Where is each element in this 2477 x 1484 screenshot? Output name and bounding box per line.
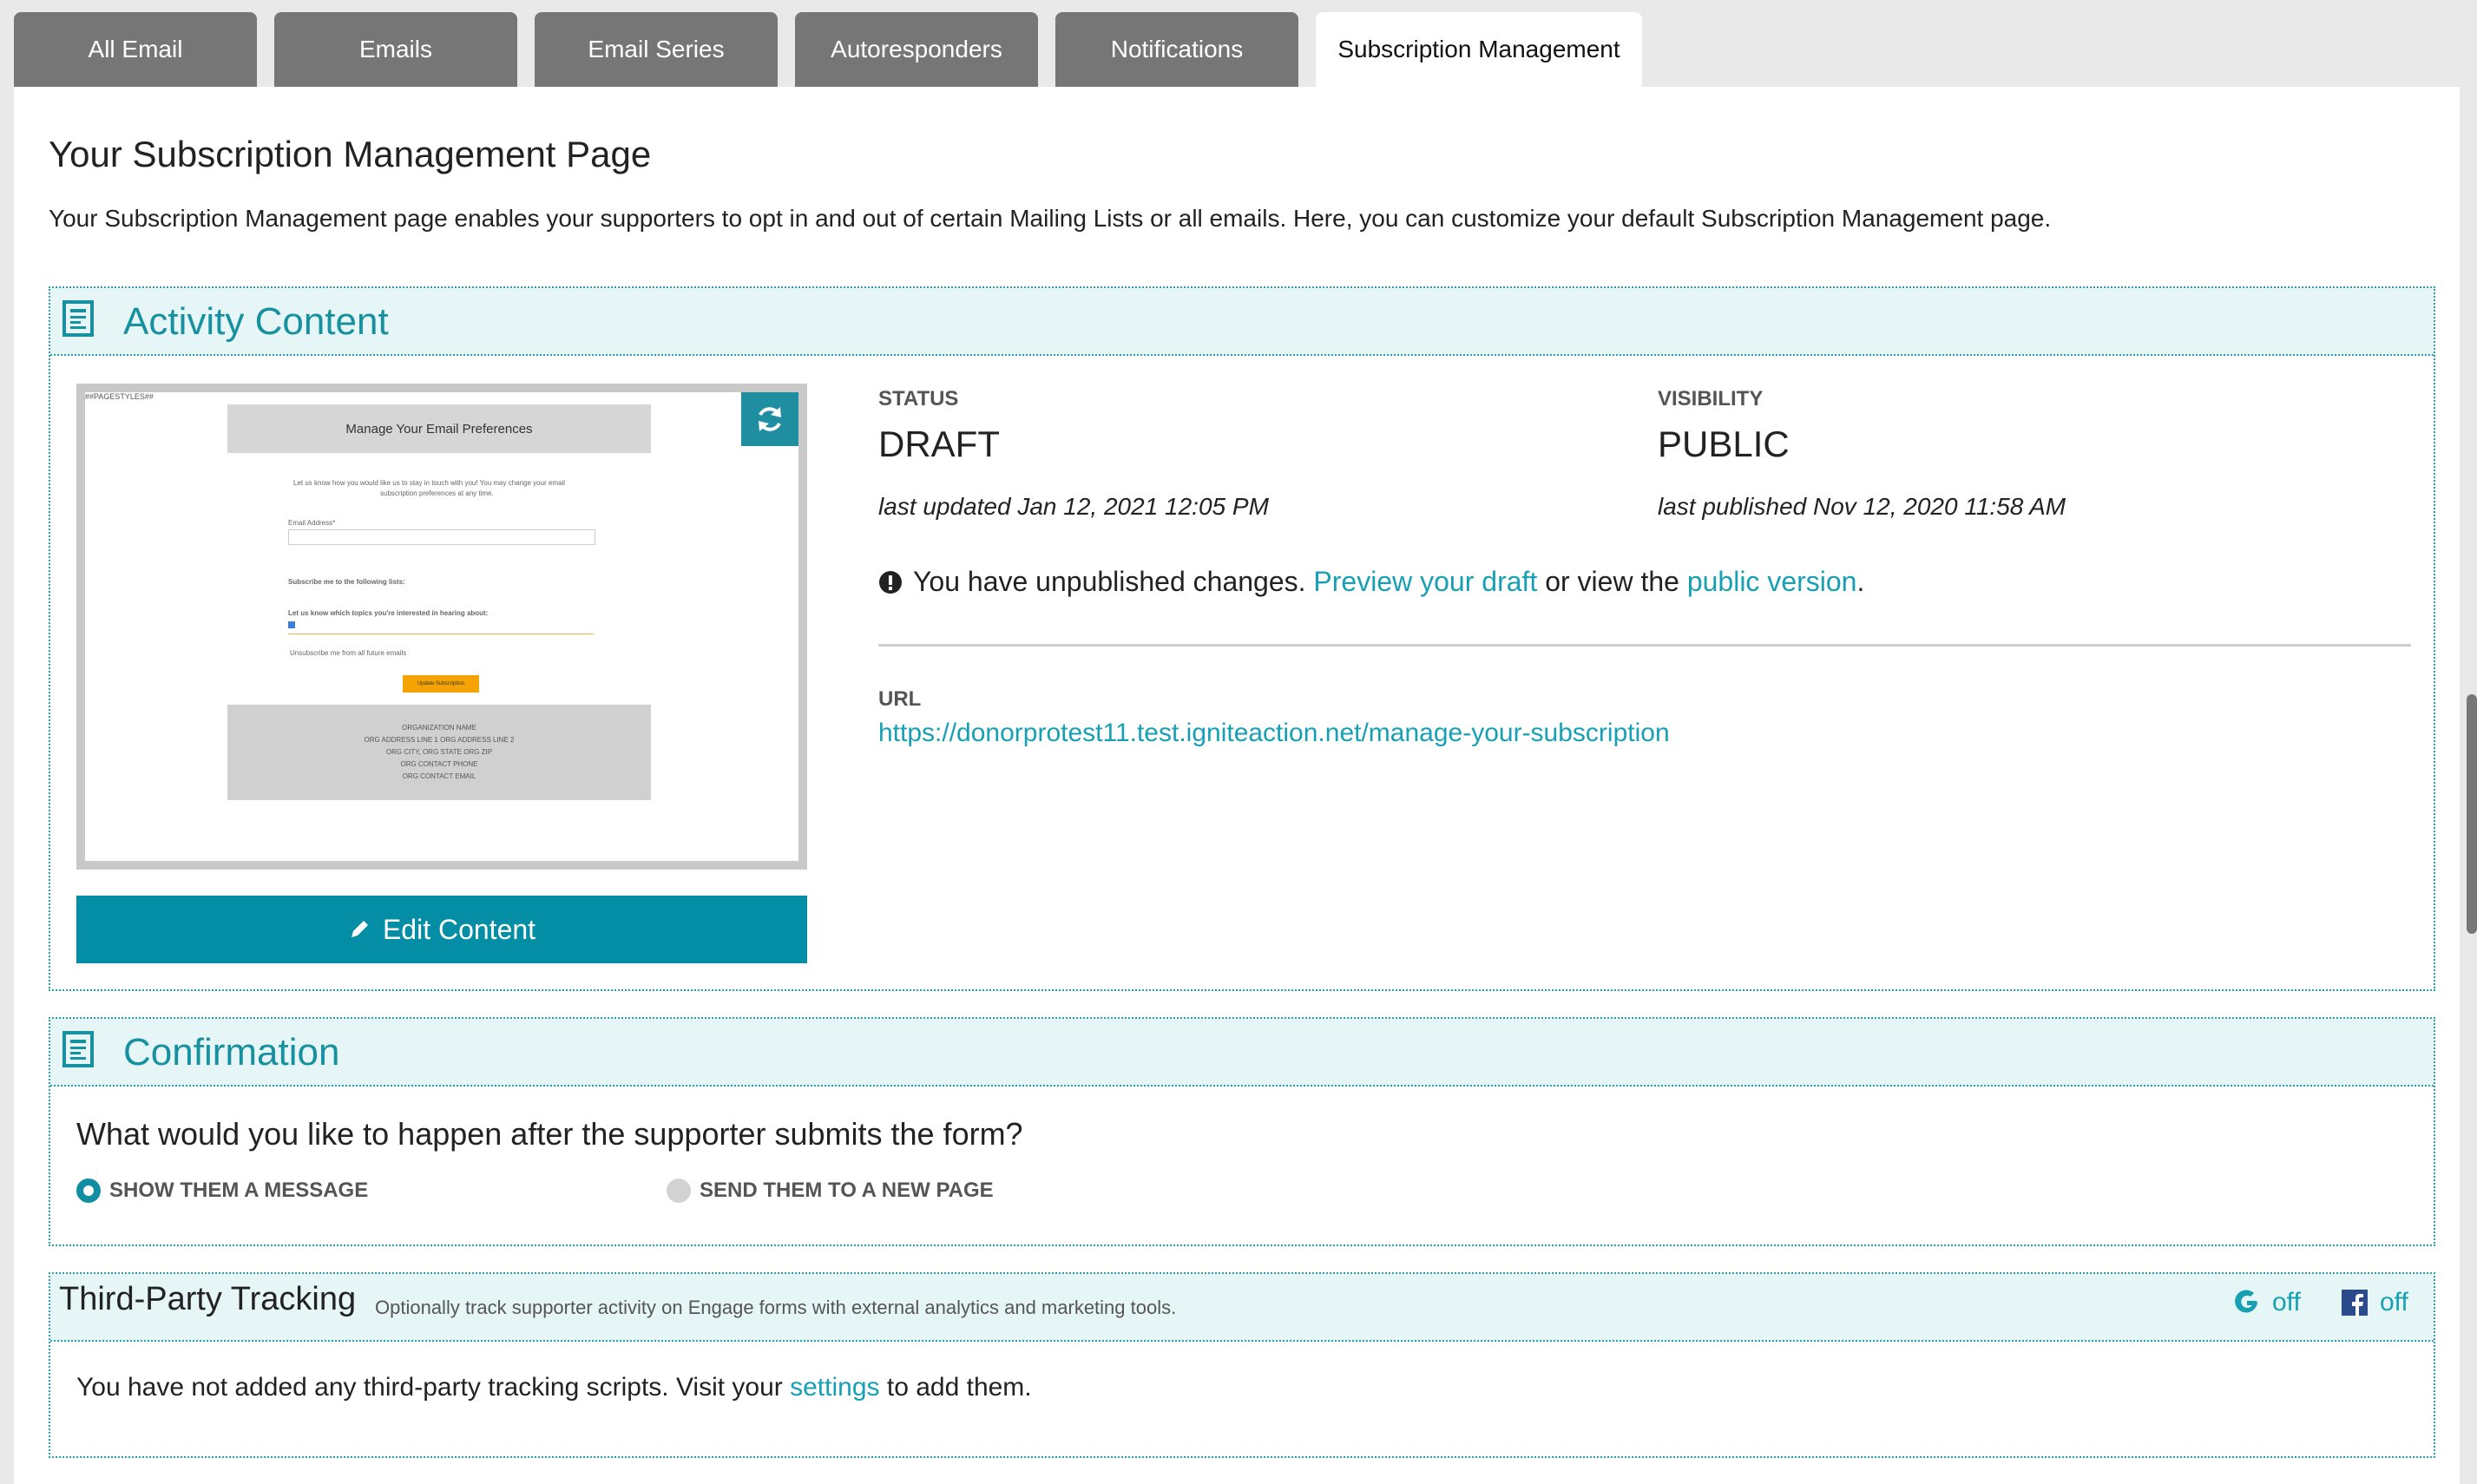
divider (878, 644, 2411, 647)
radio-new-page[interactable]: SEND THEM TO A NEW PAGE (667, 1179, 994, 1203)
scrollbar[interactable] (2467, 694, 2477, 934)
preview-email-label: Email Address* (288, 519, 336, 527)
preview-footer-line: ORG ADDRESS LINE 1 ORG ADDRESS LINE 2 (364, 736, 515, 744)
page-title: Your Subscription Management Page (49, 134, 652, 174)
google-tracking-toggle[interactable]: off (2234, 1288, 2301, 1317)
tab-bar: All Email Emails Email Series Autorespon… (14, 12, 1642, 87)
notice-text: or view the (1545, 566, 1679, 597)
visibility-label: VISIBILITY (1658, 387, 1764, 410)
confirmation-header: Confirmation (50, 1019, 2434, 1087)
last-updated: last updated Jan 12, 2021 12:05 PM (878, 493, 1269, 520)
facebook-icon (2342, 1290, 2368, 1316)
preview-footer-line: ORG CONTACT PHONE (400, 760, 478, 768)
preview-footer-line: ORGANIZATION NAME (402, 724, 476, 732)
preview-intro-line: subscription preferences at any time. (380, 489, 494, 497)
last-published: last published Nov 12, 2020 11:58 AM (1658, 493, 2066, 520)
activity-content-header: Activity Content (50, 288, 2434, 356)
preview-unsubscribe-label: Unsubscribe me from all future emails (290, 649, 407, 657)
tracking-message-text: to add them. (886, 1373, 1032, 1402)
radio-selected-icon (76, 1179, 101, 1203)
notice-text: . (1856, 566, 1865, 597)
preview-email-field (288, 529, 595, 545)
radio-show-message-label: SHOW THEM A MESSAGE (109, 1179, 369, 1202)
tracking-section: Third-Party Tracking Optionally track su… (49, 1272, 2435, 1458)
confirmation-section: Confirmation What would you like to happ… (49, 1017, 2435, 1246)
tracking-message: You have not added any third-party track… (76, 1373, 1032, 1402)
preview-intro-line: Let us know how you would like us to sta… (293, 479, 566, 487)
radio-show-message[interactable]: SHOW THEM A MESSAGE (76, 1179, 368, 1203)
edit-content-button[interactable]: Edit Content (76, 896, 807, 963)
facebook-tracking-status: off (2380, 1288, 2408, 1317)
google-icon (2235, 1290, 2257, 1313)
page-url-link[interactable]: https://donorprotest11.test.igniteaction… (878, 719, 1670, 748)
tracking-title: Third-Party Tracking (59, 1281, 357, 1317)
tracking-subtitle: Optionally track supporter activity on E… (375, 1297, 1177, 1318)
visibility-value: PUBLIC (1658, 424, 1790, 464)
tab-all-email[interactable]: All Email (14, 12, 257, 87)
status-value: DRAFT (878, 424, 1000, 464)
tab-email-series[interactable]: Email Series (535, 12, 778, 87)
preview-checkbox (288, 621, 295, 628)
preview-footer: ORGANIZATION NAME ORG ADDRESS LINE 1 ORG… (227, 705, 651, 800)
tracking-message-text: You have not added any third-party track… (76, 1373, 783, 1402)
tab-subscription-management[interactable]: Subscription Management (1316, 12, 1642, 87)
preview-update-button: Update Subscription (403, 675, 479, 693)
preview-draft-link[interactable]: Preview your draft (1313, 566, 1537, 597)
refresh-icon (759, 407, 781, 431)
alert-icon (879, 570, 902, 594)
page-preview-thumbnail: ##PAGESTYLES## Manage Your Email Prefere… (76, 384, 807, 870)
unpublished-notice: You have unpublished changes. Preview yo… (878, 566, 1864, 598)
refresh-preview-button[interactable] (741, 392, 798, 446)
url-label: URL (878, 687, 922, 711)
preview-template-tag: ##PAGESTYLES## (85, 392, 154, 401)
google-tracking-status: off (2272, 1288, 2301, 1317)
public-version-link[interactable]: public version (1687, 566, 1857, 597)
status-label: STATUS (878, 387, 959, 410)
tab-notifications[interactable]: Notifications (1055, 12, 1298, 87)
pencil-icon (351, 921, 368, 937)
tab-emails[interactable]: Emails (274, 12, 517, 87)
radio-unselected-icon (667, 1179, 691, 1203)
tracking-header: Third-Party Tracking Optionally track su… (50, 1274, 2434, 1342)
notice-text: You have unpublished changes. (913, 566, 1306, 597)
settings-link[interactable]: settings (790, 1373, 879, 1402)
preview-footer-line: ORG CONTACT EMAIL (402, 772, 476, 780)
confirmation-question: What would you like to happen after the … (76, 1116, 1023, 1152)
facebook-tracking-toggle[interactable]: off (2342, 1288, 2408, 1317)
preview-heading: Manage Your Email Preferences (227, 404, 651, 453)
main-panel: Your Subscription Management Page Your S… (14, 87, 2460, 1484)
edit-content-label: Edit Content (382, 913, 536, 945)
activity-content-section: Activity Content ##PAGESTYLES## Manage Y… (49, 286, 2435, 991)
form-icon (62, 1031, 94, 1067)
activity-content-title: Activity Content (123, 300, 389, 343)
form-icon (62, 300, 94, 337)
page-description: Your Subscription Management page enable… (49, 205, 2052, 232)
preview-topics-label: Let us know which topics you're interest… (288, 609, 489, 617)
radio-new-page-label: SEND THEM TO A NEW PAGE (700, 1179, 994, 1202)
preview-lists-label: Subscribe me to the following lists: (288, 578, 405, 586)
confirmation-title: Confirmation (123, 1031, 340, 1074)
preview-footer-line: ORG CITY, ORG STATE ORG ZIP (385, 748, 493, 756)
tab-autoresponders[interactable]: Autoresponders (795, 12, 1038, 87)
